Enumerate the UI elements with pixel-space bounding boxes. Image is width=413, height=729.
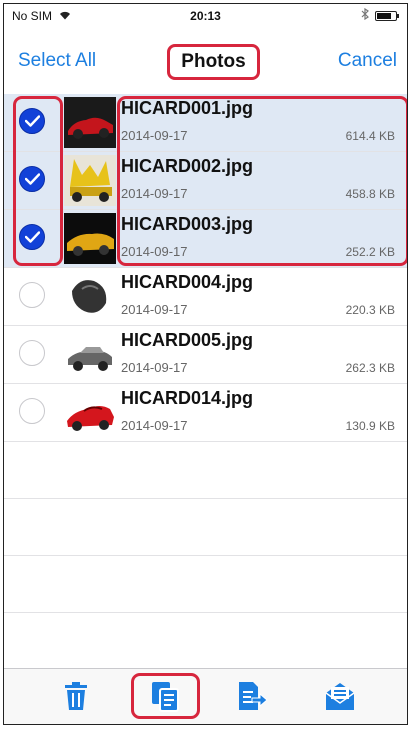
file-name: HICARD005.jpg: [121, 330, 254, 350]
photo-thumbnail: [64, 387, 116, 438]
export-icon[interactable]: [234, 678, 270, 714]
mail-icon[interactable]: [322, 678, 358, 714]
status-bar: No SIM 20:13: [4, 4, 407, 28]
bottom-toolbar: [4, 668, 407, 724]
file-row[interactable]: HICARD014.jpg 2014-09-17 130.9 KB: [4, 384, 407, 442]
photo-thumbnail: [64, 329, 116, 380]
file-row[interactable]: HICARD002.jpg 2014-09-17 458.8 KB: [4, 152, 407, 210]
file-name: HICARD002.jpg: [121, 156, 254, 176]
photo-thumbnail: [64, 271, 116, 322]
nav-bar: Select All Photos Cancel: [4, 28, 407, 95]
file-size: 252.2 KB: [345, 245, 395, 259]
file-size: 458.8 KB: [345, 187, 395, 201]
file-date: 2014-09-17: [121, 244, 188, 259]
file-size: 220.3 KB: [345, 303, 395, 317]
app-frame: No SIM 20:13 Select All Photos Cancel HI…: [3, 3, 408, 725]
status-time: 20:13: [190, 9, 221, 23]
file-date: 2014-09-17: [121, 418, 188, 433]
file-name: HICARD001.jpg: [121, 98, 254, 118]
selection-checkbox[interactable]: [19, 398, 45, 424]
photo-thumbnail: [64, 213, 116, 264]
battery-icon: [375, 10, 399, 21]
selection-checkbox[interactable]: [19, 224, 45, 250]
trash-icon[interactable]: [58, 678, 94, 714]
file-size: 614.4 KB: [345, 129, 395, 143]
bluetooth-icon: [361, 7, 369, 23]
file-name: HICARD003.jpg: [121, 214, 254, 234]
empty-row: [4, 499, 407, 556]
file-list: HICARD001.jpg 2014-09-17 614.4 KB HICARD…: [4, 94, 407, 670]
file-date: 2014-09-17: [121, 302, 188, 317]
page-title-label: Photos: [181, 51, 246, 72]
file-date: 2014-09-17: [121, 128, 188, 143]
page-title: Photos: [167, 44, 260, 80]
file-row[interactable]: HICARD003.jpg 2014-09-17 252.2 KB: [4, 210, 407, 268]
empty-row: [4, 556, 407, 613]
photo-thumbnail: [64, 155, 116, 206]
file-row[interactable]: HICARD005.jpg 2014-09-17 262.3 KB: [4, 326, 407, 384]
empty-row: [4, 613, 407, 670]
selection-checkbox[interactable]: [19, 108, 45, 134]
file-row[interactable]: HICARD004.jpg 2014-09-17 220.3 KB: [4, 268, 407, 326]
file-size: 262.3 KB: [345, 361, 395, 375]
file-size: 130.9 KB: [345, 419, 395, 433]
file-name: HICARD004.jpg: [121, 272, 254, 292]
selection-checkbox[interactable]: [19, 282, 45, 308]
empty-row: [4, 442, 407, 499]
selection-checkbox[interactable]: [19, 166, 45, 192]
file-name: HICARD014.jpg: [121, 388, 254, 408]
file-date: 2014-09-17: [121, 186, 188, 201]
selection-checkbox[interactable]: [19, 340, 45, 366]
photo-thumbnail: [64, 97, 116, 148]
copy-icon[interactable]: [147, 678, 183, 714]
select-all-button[interactable]: Select All: [18, 50, 96, 72]
file-row[interactable]: HICARD001.jpg 2014-09-17 614.4 KB: [4, 94, 407, 152]
file-date: 2014-09-17: [121, 360, 188, 375]
cancel-button[interactable]: Cancel: [338, 50, 397, 72]
